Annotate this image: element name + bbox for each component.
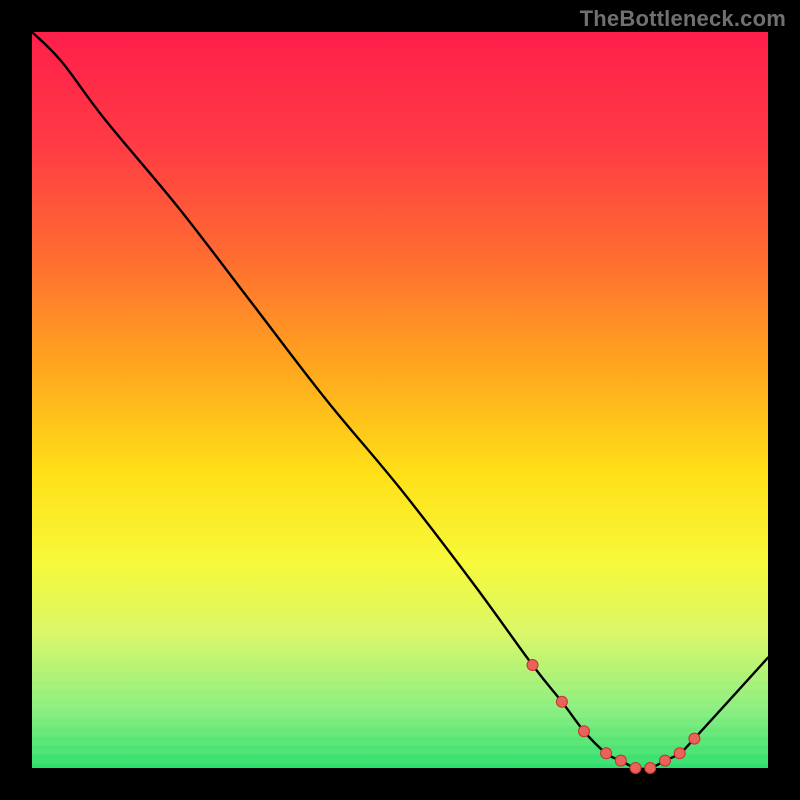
curve-marker xyxy=(579,726,590,737)
grid-band xyxy=(32,648,768,653)
grid-band xyxy=(32,750,768,755)
curve-marker xyxy=(556,696,567,707)
grid-band xyxy=(32,713,768,718)
grid-band xyxy=(32,621,768,626)
grid-band xyxy=(32,704,768,709)
grid-band xyxy=(32,639,768,644)
grid-band xyxy=(32,731,768,736)
curve-marker xyxy=(689,733,700,744)
chart-stage: TheBottleneck.com xyxy=(0,0,800,800)
grid-band xyxy=(32,676,768,681)
curve-marker xyxy=(601,748,612,759)
curve-marker xyxy=(645,763,656,774)
curve-marker xyxy=(674,748,685,759)
grid-band xyxy=(32,630,768,635)
grid-band xyxy=(32,759,768,764)
curve-marker xyxy=(527,660,538,671)
grid-band xyxy=(32,694,768,699)
curve-marker xyxy=(615,755,626,766)
grid-band xyxy=(32,740,768,745)
grid-band xyxy=(32,658,768,663)
curve-marker xyxy=(630,763,641,774)
grid-band xyxy=(32,685,768,690)
grid-band xyxy=(32,722,768,727)
bottleneck-chart xyxy=(0,0,800,800)
grid-band xyxy=(32,667,768,672)
curve-marker xyxy=(660,755,671,766)
watermark-text: TheBottleneck.com xyxy=(580,6,786,32)
